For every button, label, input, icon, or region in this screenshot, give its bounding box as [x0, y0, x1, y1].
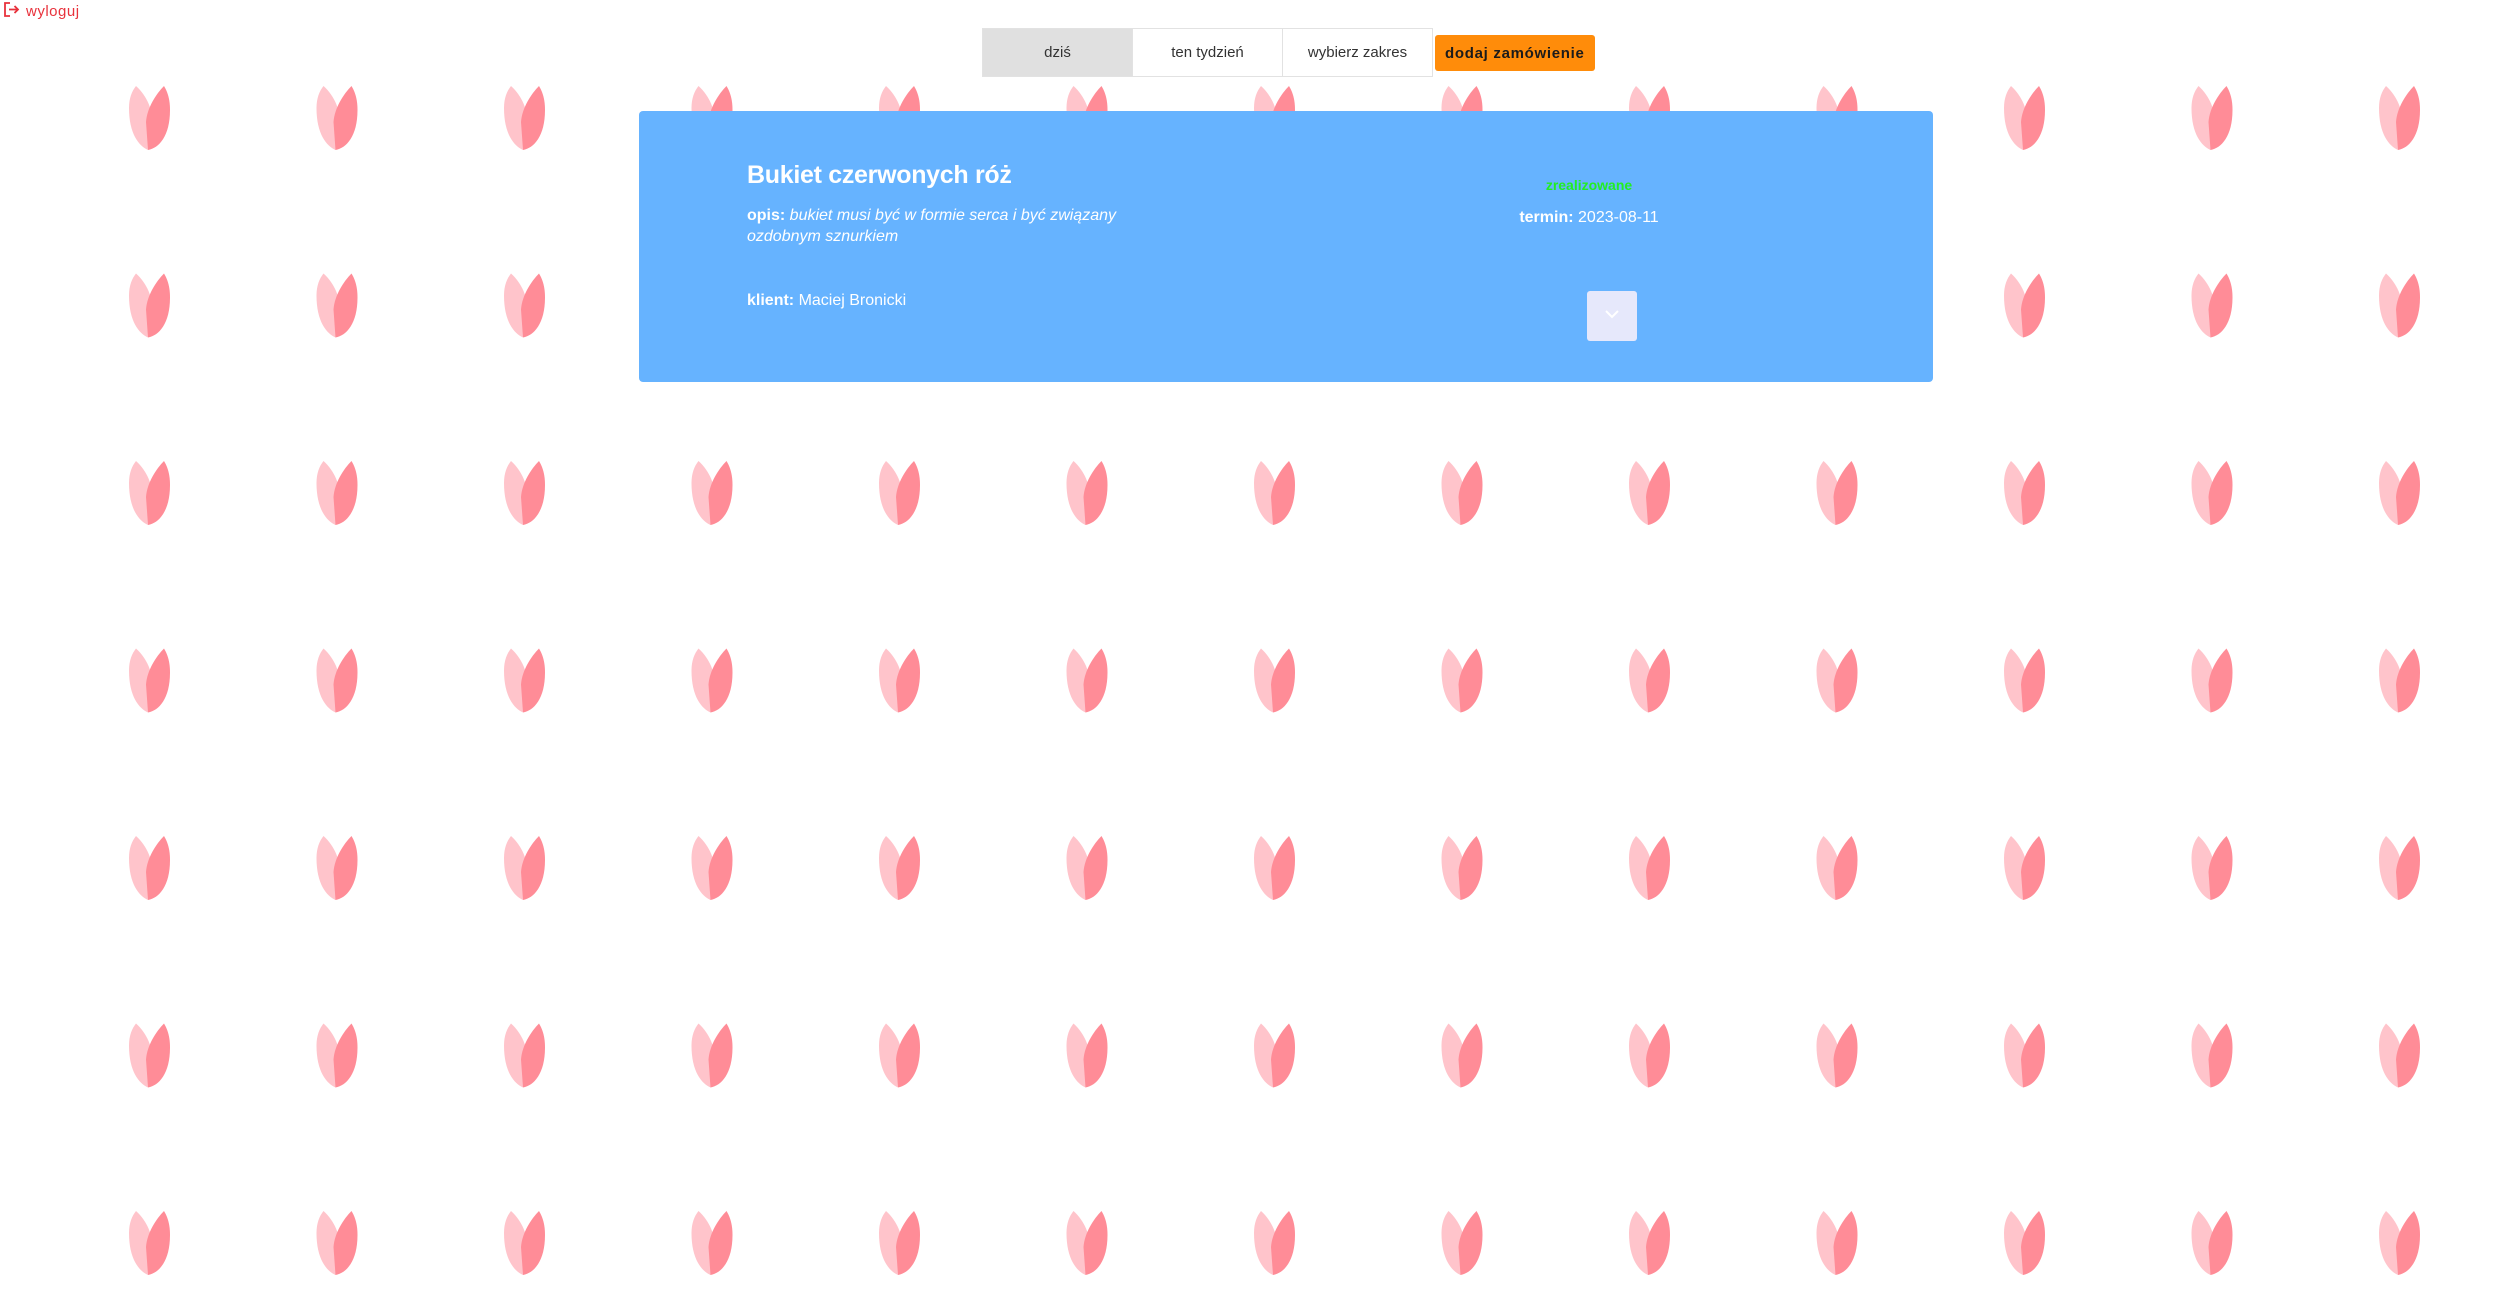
- filter-choose-range-button[interactable]: wybierz zakres: [1282, 28, 1433, 77]
- status-badge: zrealizowane: [1545, 177, 1633, 193]
- logout-label: wyloguj: [26, 3, 80, 20]
- client-label: klient:: [747, 292, 795, 309]
- filter-this-week-button[interactable]: ten tydzień: [1132, 28, 1283, 77]
- description-text: bukiet musi być w formie serca i być zwi…: [747, 207, 1116, 245]
- expand-order-button[interactable]: [1587, 291, 1637, 341]
- due-label: termin:: [1519, 209, 1574, 226]
- filter-today-button[interactable]: dziś: [982, 28, 1133, 77]
- logout-link[interactable]: wyloguj: [3, 1, 80, 22]
- due-date-value: 2023-08-11: [1578, 209, 1659, 226]
- chevron-down-icon: [1603, 307, 1621, 325]
- order-client: klient: Maciej Bronicki: [747, 292, 906, 310]
- order-description: opis: bukiet musi być w formie serca i b…: [747, 205, 1187, 247]
- logout-icon: [3, 1, 20, 22]
- add-order-button[interactable]: dodaj zamówienie: [1435, 35, 1595, 71]
- order-card: Bukiet czerwonych róż opis: bukiet musi …: [639, 111, 1933, 382]
- date-filter-bar: dziś ten tydzień wybierz zakres dodaj za…: [982, 28, 1595, 77]
- order-title: Bukiet czerwonych róż: [747, 161, 1012, 189]
- description-label: opis:: [747, 207, 786, 224]
- client-name: Maciej Bronicki: [798, 292, 907, 309]
- order-due-date: termin: 2023-08-11: [1489, 209, 1689, 227]
